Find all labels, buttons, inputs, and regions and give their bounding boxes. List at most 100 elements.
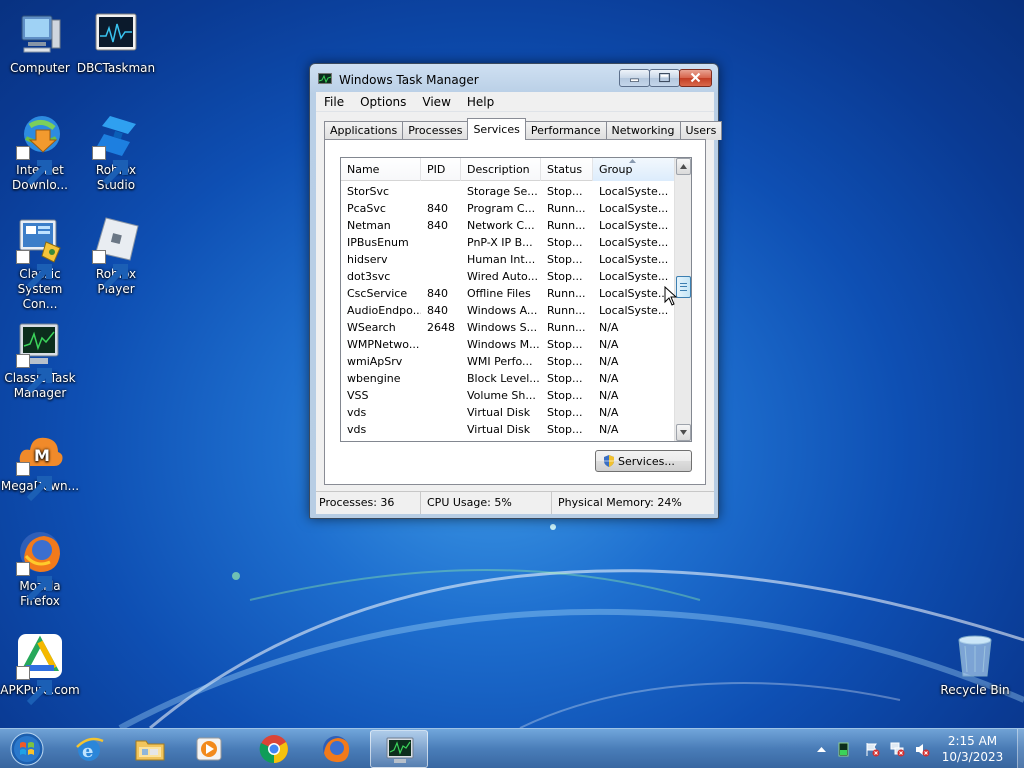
table-row[interactable]: wbengine Block Level... Stop... N/A <box>341 370 675 387</box>
network-icon[interactable] <box>890 742 905 757</box>
table-row[interactable]: wmiApSrv WMI Perfo... Stop... N/A <box>341 353 675 370</box>
taskbar-chrome[interactable] <box>245 730 303 768</box>
table-row[interactable]: WMPNetwo... Windows M... Stop... N/A <box>341 336 675 353</box>
taskbar-media-player[interactable] <box>180 730 238 768</box>
cell-name: AudioEndpo... <box>347 304 421 317</box>
tab-processes[interactable]: Processes <box>402 121 469 140</box>
apkpure-icon <box>16 632 64 706</box>
desktop-icon-megadownloader[interactable]: M MegaDown... <box>0 428 80 502</box>
table-row[interactable]: PcaSvc 840 Program C... Runn... LocalSyste..… <box>341 200 675 217</box>
minimize-button[interactable] <box>619 69 650 87</box>
desktop-icon-classic-system-control[interactable]: Classic System Con... <box>0 216 80 312</box>
show-hidden-icons-icon[interactable] <box>814 742 829 757</box>
taskbar-firefox[interactable] <box>307 730 365 768</box>
show-desktop-button[interactable] <box>1017 729 1024 768</box>
table-row[interactable]: vds Virtual Disk Stop... N/A <box>341 421 675 438</box>
column-header-status[interactable]: Status <box>541 158 593 181</box>
cell-pid: 840 <box>427 202 448 215</box>
maximize-button[interactable] <box>649 69 680 87</box>
column-header-label: Group <box>599 163 633 176</box>
roblox-studio-icon <box>92 112 140 186</box>
scroll-down-button[interactable] <box>676 424 691 441</box>
desktop-icon-computer[interactable]: Computer <box>0 10 80 76</box>
cell-description: Volume Sh... <box>467 389 536 402</box>
clock-time: 2:15 AM <box>947 734 998 748</box>
taskbar-file-explorer[interactable] <box>121 730 179 768</box>
task-manager-tray-icon[interactable] <box>836 742 851 757</box>
table-row[interactable]: vds Virtual Disk Stop... N/A <box>341 404 675 421</box>
cell-group: LocalSyste... <box>599 270 669 283</box>
table-row[interactable]: Netman 840 Network C... Runn... LocalSyste..… <box>341 217 675 234</box>
cell-status: Stop... <box>547 406 583 419</box>
desktop-icon-apkpure[interactable]: APKPure.com <box>0 632 80 706</box>
cell-group: N/A <box>599 423 619 436</box>
column-header-pid[interactable]: PID <box>421 158 461 181</box>
start-button[interactable] <box>8 731 46 767</box>
scroll-up-button[interactable] <box>676 158 691 175</box>
menu-file[interactable]: File <box>316 92 352 112</box>
desktop-icon-mozilla-firefox[interactable]: Mozilla Firefox <box>0 528 80 609</box>
status-physical-memory: Physical Memory: 24% <box>558 496 682 509</box>
table-row[interactable]: dot3svc Wired Auto... Stop... LocalSyste... <box>341 268 675 285</box>
task-manager-icon <box>16 320 64 394</box>
cell-status: Runn... <box>547 304 586 317</box>
table-row[interactable]: WSearch 2648 Windows S... Runn... N/A <box>341 319 675 336</box>
close-icon <box>690 72 701 83</box>
column-header-name[interactable]: Name <box>341 158 421 181</box>
cell-description: Network C... <box>467 219 535 232</box>
cell-name: vds <box>347 406 367 419</box>
menu-options[interactable]: Options <box>352 92 414 112</box>
desktop-icon-roblox-studio[interactable]: Roblox Studio <box>76 112 156 193</box>
desktop-icon-dbctaskman[interactable]: DBCTaskman <box>76 10 156 76</box>
cell-name: wbengine <box>347 372 401 385</box>
cell-name: VSS <box>347 389 369 402</box>
table-row[interactable]: StorSvc Storage Se... Stop... LocalSyste... <box>341 183 675 200</box>
cell-description: Storage Se... <box>467 185 538 198</box>
tab-services[interactable]: Services <box>467 118 526 140</box>
table-row[interactable]: AudioEndpo... 840 Windows A... Runn... Local… <box>341 302 675 319</box>
cell-description: Windows S... <box>467 321 538 334</box>
taskbar-internet-explorer[interactable]: e <box>60 730 118 768</box>
mega-cloud-icon: M <box>16 428 64 502</box>
desktop-icon-internet-download-manager[interactable]: Internet Downlo... <box>0 112 80 193</box>
table-row[interactable]: VSS Volume Sh... Stop... N/A <box>341 387 675 404</box>
desktop-icon-recycle-bin[interactable]: Recycle Bin <box>935 632 1015 698</box>
column-header-group[interactable]: Group <box>593 158 675 181</box>
menu-view[interactable]: View <box>414 92 458 112</box>
arrow-up-icon <box>680 164 687 169</box>
desktop-icon-classic-task-manager[interactable]: Classic Task Manager <box>0 320 80 401</box>
system-clock[interactable]: 2:15 AM 10/3/2023 <box>930 733 1015 765</box>
tab-applications[interactable]: Applications <box>324 121 404 140</box>
services-button-label: Services... <box>618 454 675 468</box>
title-bar[interactable]: Windows Task Manager <box>310 64 718 92</box>
cell-pid: 840 <box>427 219 448 232</box>
tab-performance[interactable]: Performance <box>524 121 607 140</box>
table-row[interactable]: hidserv Human Int... Stop... LocalSyste... <box>341 251 675 268</box>
action-center-flag-icon[interactable] <box>865 742 880 757</box>
chrome-icon <box>259 735 288 764</box>
cell-status: Stop... <box>547 270 583 283</box>
taskbar-task-manager[interactable] <box>370 730 428 768</box>
cell-group: LocalSyste... <box>599 202 669 215</box>
close-button[interactable] <box>679 69 712 87</box>
column-header-description[interactable]: Description <box>461 158 541 181</box>
caption-buttons <box>619 69 712 87</box>
cell-name: wmiApSrv <box>347 355 403 368</box>
media-player-icon <box>196 737 222 761</box>
tab-networking[interactable]: Networking <box>605 121 681 140</box>
cell-pid <box>421 234 461 251</box>
services-button[interactable]: Services... <box>595 450 692 472</box>
desktop-icon-roblox-player[interactable]: Roblox Player <box>76 216 156 297</box>
volume-muted-icon[interactable] <box>915 742 930 757</box>
task-manager-window[interactable]: Windows Task Manager File Options View H… <box>309 63 723 519</box>
scroll-thumb[interactable] <box>676 276 691 298</box>
cell-description: Windows M... <box>467 338 540 351</box>
table-row[interactable]: IPBusEnum PnP-X IP B... Stop... LocalSyste.… <box>341 234 675 251</box>
services-list[interactable]: Name PID Description Status Group StorSv… <box>340 157 692 442</box>
menu-help[interactable]: Help <box>459 92 502 112</box>
services-tab-panel: Name PID Description Status Group StorSv… <box>324 139 706 485</box>
table-row[interactable]: CscService 840 Offline Files Runn... LocalSy… <box>341 285 675 302</box>
cell-pid <box>421 268 461 285</box>
tab-users[interactable]: Users <box>679 121 723 140</box>
cell-pid <box>421 387 461 404</box>
